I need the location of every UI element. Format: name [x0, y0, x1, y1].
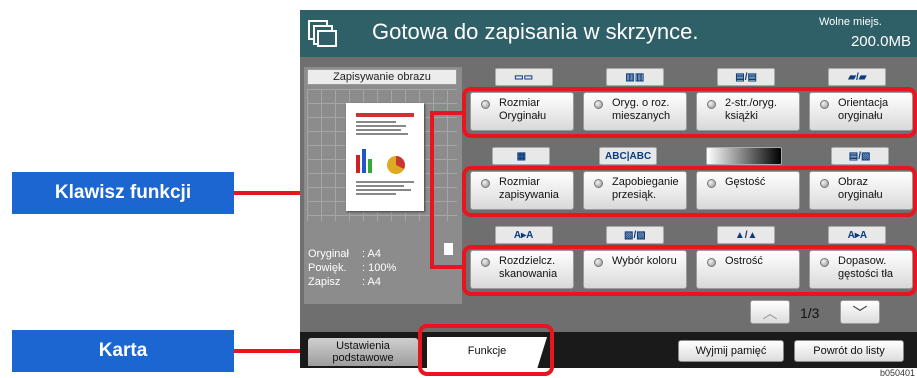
- thumbnail-row-1: ▭▭ ▥▥ ▤/▤ ▰/▰: [468, 68, 913, 86]
- original-image-icon: ▤/▧: [830, 147, 889, 165]
- highlight-functions-tab: [418, 324, 554, 376]
- bottom-bar: Ustawienia podstawowe Funkcje Wyjmij pam…: [300, 332, 917, 368]
- info-row-original: Oryginał : A4: [308, 247, 396, 261]
- background-density-icon: A ▸ A: [828, 226, 887, 244]
- density-gradient-icon: [705, 147, 782, 165]
- preview-page-thumbnail[interactable]: [346, 103, 424, 211]
- info-key: Oryginał: [308, 248, 349, 260]
- bracket-connector: [430, 265, 466, 269]
- chevron-down-icon: ﹀: [852, 304, 868, 322]
- info-row-store: Zapisz : A4: [308, 275, 396, 289]
- duplex-book-icon: ▤/▤: [717, 68, 776, 86]
- store-size-icon: ▦: [492, 147, 551, 165]
- preview-document-image: [356, 113, 414, 195]
- sharpness-icon: ▲/▲: [717, 226, 776, 244]
- thumb-letter: A: [847, 229, 855, 241]
- eject-memory-button[interactable]: Wyjmij pamięć: [678, 340, 784, 362]
- callout-tab: Karta: [12, 330, 234, 372]
- page-indicator: 1/3: [800, 305, 820, 321]
- original-size-icon: ▭▭: [494, 68, 553, 86]
- info-key: Zapisz: [308, 276, 341, 288]
- bracket-connector: [430, 111, 434, 269]
- highlight-function-row-1: [462, 87, 917, 138]
- info-value: : 100%: [362, 262, 397, 274]
- thumbnail-row-2: ▦ ABC|ABC ▤/▧: [468, 147, 913, 165]
- document-box-icon: [308, 20, 337, 47]
- thumb-letter: A: [859, 229, 868, 241]
- info-value: : A4: [362, 276, 381, 288]
- info-value: : A4: [362, 248, 381, 260]
- prevent-bleed-icon: ABC|ABC: [599, 147, 658, 165]
- mixed-size-icon: ▥▥: [605, 68, 664, 86]
- page-title: Gotowa do zapisania w skrzynce.: [372, 19, 699, 44]
- image-code: b050401: [879, 368, 915, 378]
- document-icon: [444, 243, 453, 255]
- thumbnail-row-3: A▸A ▧/▧ ▲/▲ A ▸ A: [468, 226, 913, 244]
- bracket-connector: [430, 111, 466, 115]
- info-row-zoom: Powięk. : 100%: [308, 261, 396, 275]
- highlight-function-row-2: [462, 166, 917, 217]
- tab-basic-settings[interactable]: Ustawienia podstawowe: [308, 338, 418, 366]
- highlight-function-row-3: [462, 245, 917, 296]
- page-down-button[interactable]: ﹀: [840, 300, 880, 324]
- back-to-list-button[interactable]: Powrót do listy: [794, 340, 904, 362]
- free-space-label: Wolne miejs.: [819, 16, 882, 28]
- orientation-icon: ▰/▰: [828, 68, 887, 86]
- status-header: Gotowa do zapisania w skrzynce. Wolne mi…: [300, 10, 917, 57]
- info-key: Powięk.: [308, 262, 347, 274]
- page-up-button[interactable]: ︿: [750, 300, 790, 324]
- preview-info: Oryginał : A4 Powięk. : 100% Zapisz : A4: [308, 247, 396, 289]
- chevron-up-icon: ︿: [762, 304, 778, 322]
- free-space-value: 200.0MB: [850, 33, 911, 50]
- color-selection-icon: ▧/▧: [605, 226, 664, 244]
- preview-title: Zapisywanie obrazu: [307, 69, 457, 85]
- callout-function-key: Klawisz funkcji: [12, 172, 234, 214]
- resolution-icon: A▸A: [494, 226, 553, 244]
